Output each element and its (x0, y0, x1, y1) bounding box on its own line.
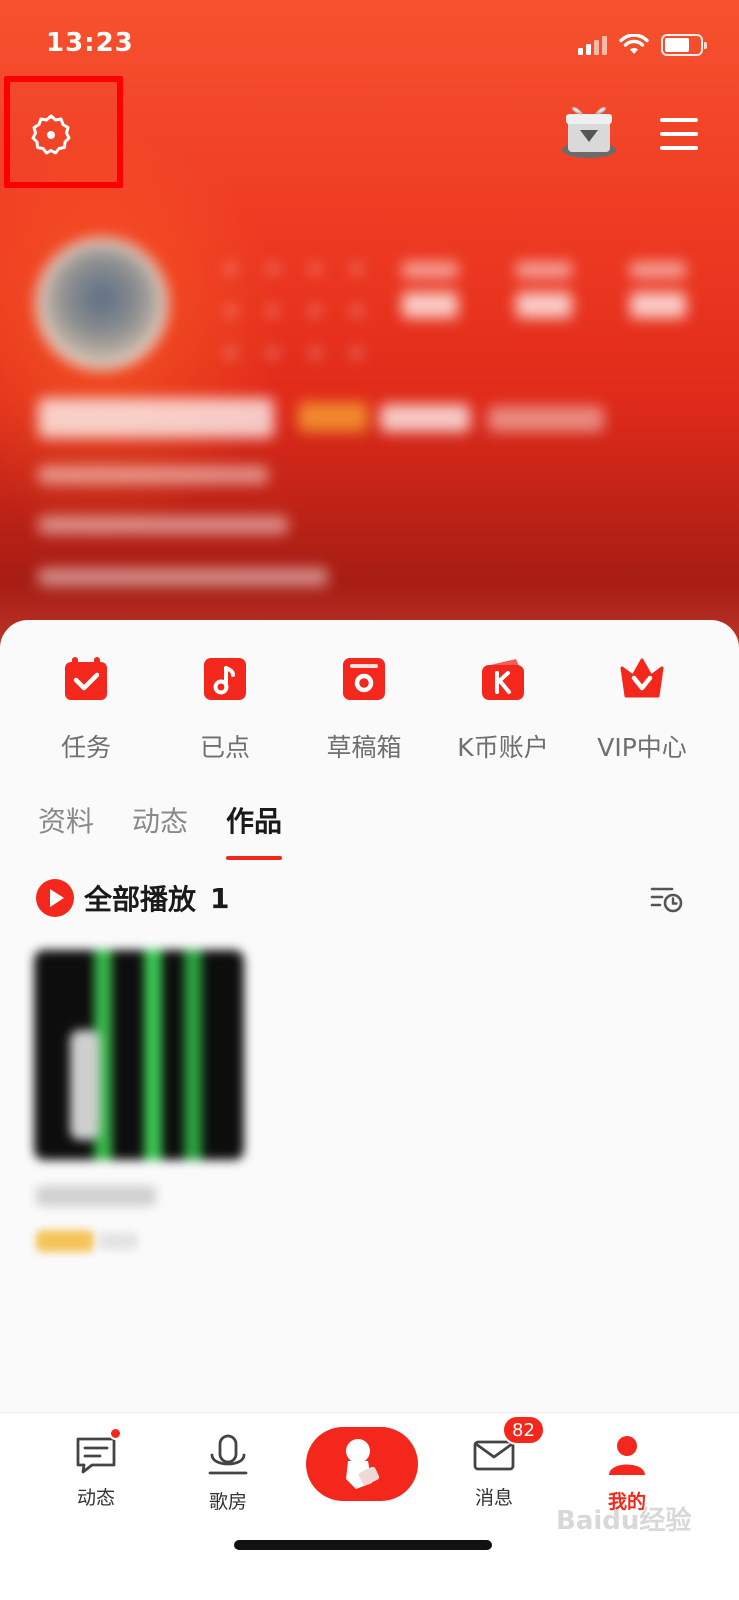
menu-hamburger-icon[interactable] (660, 118, 698, 150)
status-icons (578, 32, 707, 58)
nav-feed[interactable]: 动态 (46, 1427, 146, 1510)
cellular-signal-icon (578, 35, 607, 55)
tab-activity[interactable]: 动态 (132, 800, 188, 860)
nav-label: 歌房 (208, 1491, 247, 1513)
user-signature-blurred (38, 568, 328, 586)
microphone-icon (208, 1434, 248, 1475)
vip-crown-icon (620, 658, 664, 698)
active-tab-indicator (226, 856, 283, 860)
avatar[interactable] (36, 238, 168, 370)
vip-badge-blurred (380, 404, 470, 432)
nav-karaoke-room[interactable]: 歌房 (178, 1433, 278, 1514)
status-time: 13:23 (46, 28, 134, 58)
home-indicator[interactable] (234, 1540, 492, 1550)
nav-messages[interactable]: 82 消息 (444, 1415, 545, 1510)
shortcut-label: 已点 (199, 733, 250, 762)
nav-label: 消息 (474, 1487, 513, 1509)
battery-icon (661, 34, 707, 56)
shortcut-vip-center[interactable]: VIP中心 (572, 656, 712, 764)
user-meta-blurred (38, 516, 288, 534)
work-title-blurred (36, 1186, 156, 1206)
message-count-badge: 82 (502, 1415, 545, 1445)
shortcut-tasks[interactable]: 任务 (16, 656, 156, 764)
gift-box-icon[interactable] (560, 100, 618, 160)
shortcut-kcoin-account[interactable]: K币账户 (433, 656, 573, 764)
draft-box-icon (343, 658, 385, 700)
play-all-count: 1 (210, 881, 230, 915)
sort-history-icon[interactable] (650, 882, 684, 914)
calendar-check-icon (65, 657, 107, 700)
shortcut-played[interactable]: 已点 (155, 656, 295, 764)
chat-feed-icon (76, 1437, 116, 1474)
tab-profile-info[interactable]: 资料 (38, 800, 94, 860)
tab-works[interactable]: 作品 (226, 800, 283, 860)
level-badges-blurred (210, 248, 370, 358)
profile-header: 13:23 (0, 0, 739, 660)
chat-feed-icon-wrap (74, 1427, 122, 1477)
play-circle-icon (36, 879, 74, 917)
user-id-blurred (38, 466, 268, 484)
shortcut-label: K币账户 (457, 733, 549, 762)
shortcut-row: 任务 已点 草稿箱 K币账户 VIP中心 (0, 656, 739, 776)
stat-followers-blurred[interactable] (402, 262, 458, 330)
person-icon (609, 1436, 645, 1475)
shortcut-label: 草稿箱 (326, 733, 402, 762)
shortcut-label: VIP中心 (597, 733, 687, 762)
play-all-label: 全部播放 (84, 883, 197, 916)
stat-visitors-blurred[interactable] (630, 262, 686, 330)
sing-record-icon (346, 1439, 380, 1489)
wifi-icon (619, 34, 649, 54)
tag-blurred (488, 406, 604, 432)
work-plays-blurred (98, 1232, 138, 1250)
play-all-button[interactable]: 全部播放 1 (36, 878, 230, 918)
tab-works-label: 作品 (226, 805, 283, 838)
content-panel: 任务 已点 草稿箱 K币账户 VIP中心 资料 动态 作品 全部播放 1 (0, 620, 739, 1420)
watermark-text: Baidu经验 (556, 1506, 692, 1536)
mail-icon-wrap: 82 (472, 1415, 545, 1477)
sing-record-button[interactable] (306, 1427, 418, 1501)
badges-blurred (298, 402, 368, 432)
new-activity-dot-badge (109, 1427, 122, 1440)
profile-tabs: 资料 动态 作品 (38, 800, 283, 860)
stat-following-blurred[interactable] (516, 262, 572, 330)
shortcut-drafts[interactable]: 草稿箱 (294, 656, 434, 764)
username-blurred (38, 398, 274, 438)
shortcut-label: 任务 (60, 733, 111, 762)
nav-label: 动态 (76, 1487, 115, 1509)
work-cover-thumbnail[interactable] (34, 950, 244, 1160)
music-note-icon (204, 658, 246, 700)
work-tag-blurred (36, 1230, 94, 1252)
settings-gear-icon[interactable] (28, 112, 74, 158)
k-coin-wallet-icon (482, 659, 524, 700)
